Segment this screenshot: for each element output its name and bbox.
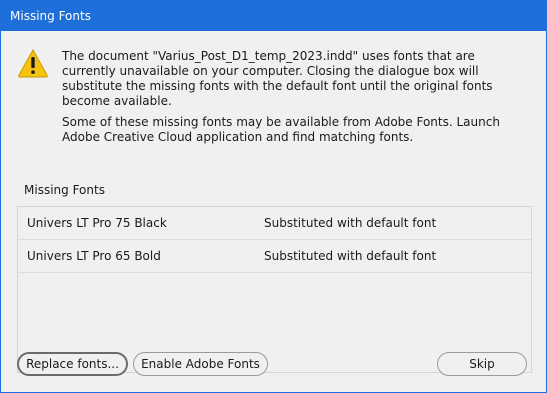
enable-adobe-fonts-button[interactable]: Enable Adobe Fonts <box>133 352 268 376</box>
missing-fonts-dialog: Missing Fonts The document "Varius_Post_… <box>0 0 547 393</box>
skip-button[interactable]: Skip <box>437 352 527 376</box>
font-status: Substituted with default font <box>264 216 437 230</box>
window-title: Missing Fonts <box>10 9 91 23</box>
replace-fonts-button[interactable]: Replace fonts... <box>17 352 128 376</box>
list-item[interactable]: Univers LT Pro 65 Bold Substituted with … <box>18 240 531 273</box>
list-item[interactable]: Univers LT Pro 75 Black Substituted with… <box>18 207 531 240</box>
title-bar[interactable]: Missing Fonts <box>1 1 546 31</box>
font-name: Univers LT Pro 65 Bold <box>27 249 161 263</box>
message-secondary: Some of these missing fonts may be avail… <box>62 115 500 144</box>
font-name: Univers LT Pro 75 Black <box>27 216 167 230</box>
warning-icon <box>18 48 48 78</box>
missing-fonts-list[interactable]: Univers LT Pro 75 Black Substituted with… <box>17 206 532 373</box>
dialog-content: The document "Varius_Post_D1_temp_2023.i… <box>1 31 546 392</box>
missing-fonts-label: Missing Fonts <box>24 183 105 197</box>
font-status: Substituted with default font <box>264 249 437 263</box>
message-primary: The document "Varius_Post_D1_temp_2023.i… <box>62 49 493 108</box>
